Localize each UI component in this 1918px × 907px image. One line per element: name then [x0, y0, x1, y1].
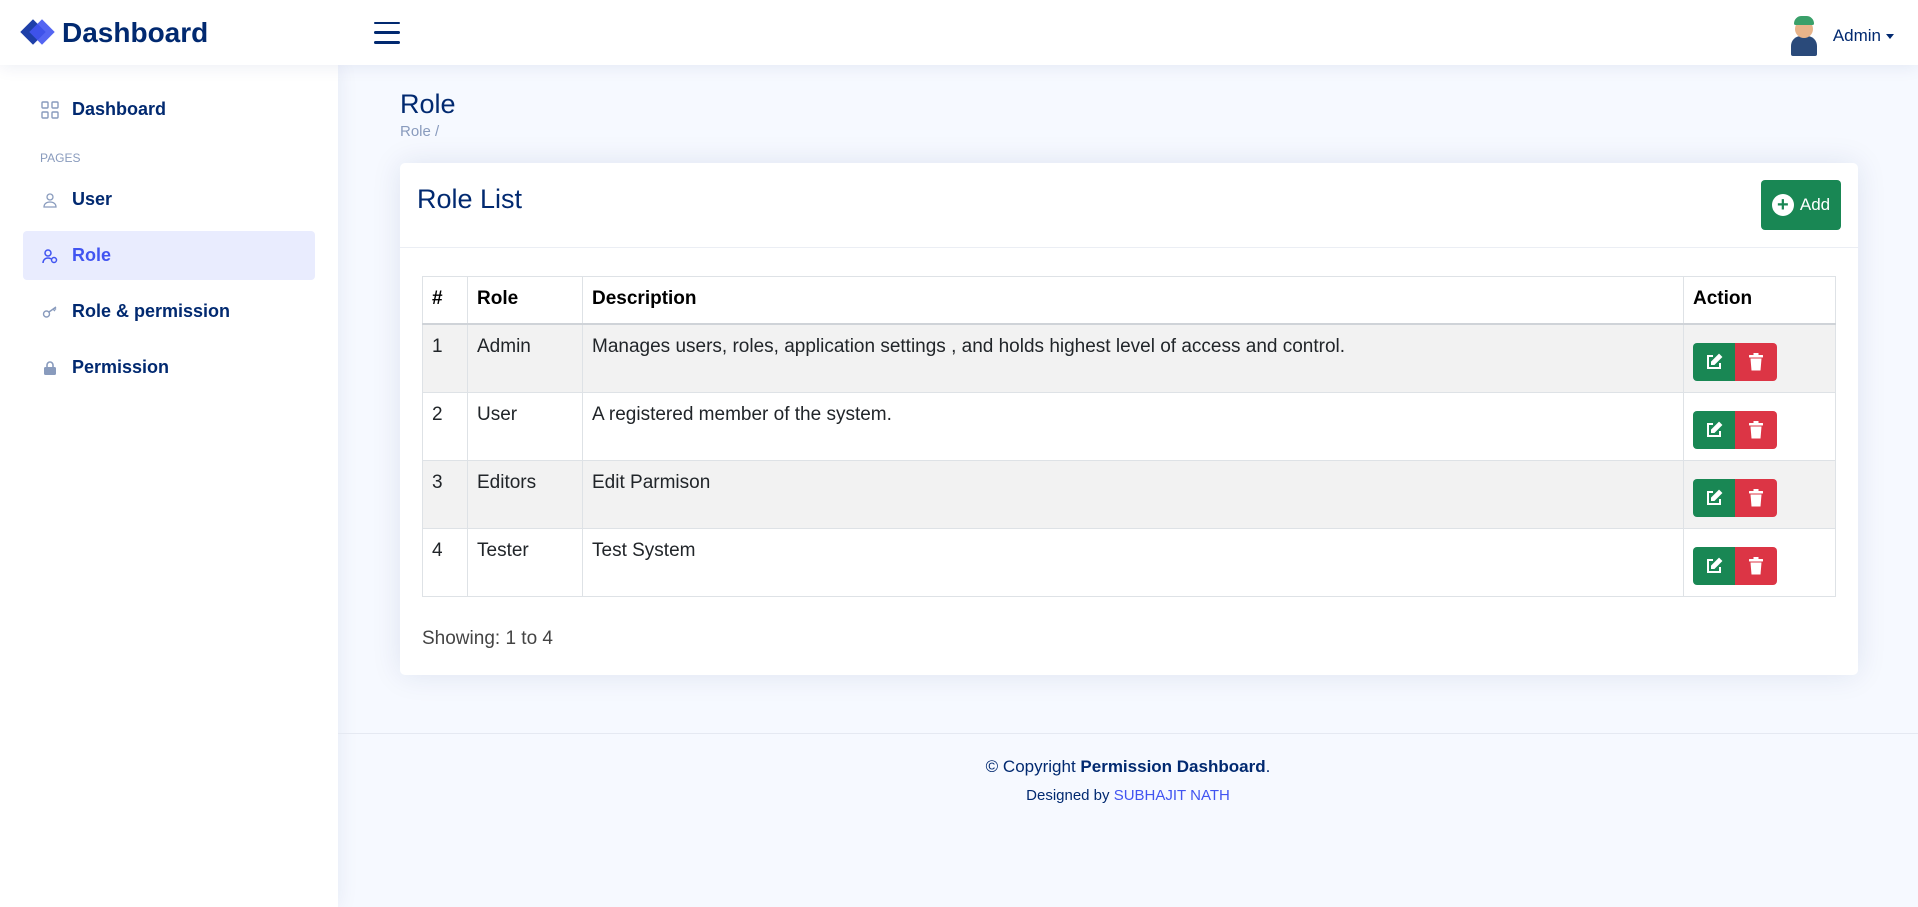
column-header-role: Role [467, 276, 583, 325]
edit-icon [1707, 421, 1723, 437]
cell-action [1683, 459, 1836, 529]
caret-down-icon [1886, 33, 1894, 39]
profile-dropdown[interactable]: Admin [1787, 16, 1894, 56]
credits: Designed by SUBHAJIT NATH [338, 787, 1918, 804]
delete-button[interactable] [1735, 410, 1777, 449]
cell-description: Edit Parmison [582, 459, 1684, 529]
edit-button[interactable] [1693, 342, 1735, 381]
sidebar-item-dashboard[interactable]: Dashboard [23, 85, 315, 134]
action-group [1693, 342, 1826, 381]
credits-prefix: Designed by [1026, 787, 1114, 804]
action-group [1693, 546, 1826, 585]
edit-icon [1707, 353, 1723, 369]
edit-icon [1707, 489, 1723, 505]
plus-circle-icon: + [1771, 194, 1794, 216]
table-row: 1 Admin Manages users, roles, applicatio… [422, 323, 1836, 393]
top-header: Dashboard Admin [0, 0, 1918, 65]
copyright-brand: Permission Dashboard [1080, 757, 1266, 776]
profile-name: Admin [1832, 26, 1881, 45]
cell-action [1683, 391, 1836, 461]
edit-button[interactable] [1693, 546, 1735, 585]
cell-num: 4 [422, 527, 468, 597]
cell-action [1683, 323, 1836, 393]
cell-description: Manages users, roles, application settin… [582, 323, 1684, 393]
hamburger-menu-icon[interactable] [374, 21, 400, 44]
nav-heading-pages: PAGES [40, 151, 81, 165]
table-row: 3 Editors Edit Parmison [422, 459, 1836, 529]
delete-button[interactable] [1735, 546, 1777, 585]
footer: © Copyright Permission Dashboard. Design… [338, 733, 1918, 804]
sidebar-item-label: Dashboard [72, 99, 167, 119]
table-header-row: # Role Description Action [422, 276, 1836, 325]
lock-icon [40, 358, 60, 378]
person-badge-icon [40, 246, 60, 266]
sidebar-item-permission[interactable]: Permission [23, 343, 315, 392]
column-header-action: Action [1683, 276, 1836, 325]
cell-num: 2 [422, 391, 468, 461]
delete-button[interactable] [1735, 342, 1777, 381]
author-link[interactable]: SUBHAJIT NATH [1114, 787, 1230, 804]
page-title: Role [400, 89, 456, 119]
logo-text: Dashboard [62, 16, 209, 48]
sidebar-item-label: Role & permission [72, 301, 231, 321]
copyright-prefix: © Copyright [985, 757, 1081, 776]
breadcrumb[interactable]: Role / [400, 123, 1918, 140]
copyright: © Copyright Permission Dashboard. [338, 757, 1918, 777]
trash-icon [1749, 420, 1763, 438]
grid-icon [40, 100, 60, 120]
delete-button[interactable] [1735, 478, 1777, 517]
trash-icon [1749, 556, 1763, 574]
role-list-card: Role List + Add # Role Description Actio… [400, 163, 1858, 675]
cell-action [1683, 527, 1836, 597]
person-icon [40, 190, 60, 210]
cell-description: Test System [582, 527, 1684, 597]
cell-description: A registered member of the system. [582, 391, 1684, 461]
table-row: 4 Tester Test System [422, 527, 1836, 597]
add-button-label: Add [1799, 195, 1831, 214]
edit-button[interactable] [1693, 410, 1735, 449]
column-header-num: # [422, 276, 468, 325]
action-group [1693, 478, 1826, 517]
table-row: 2 User A registered member of the system… [422, 391, 1836, 461]
avatar [1787, 16, 1821, 56]
sidebar-item-role[interactable]: Role [23, 231, 315, 280]
trash-icon [1749, 352, 1763, 370]
add-role-button[interactable]: + Add [1761, 180, 1841, 230]
page-title-block: Role Role / [400, 89, 1918, 140]
logo[interactable]: Dashboard [20, 16, 344, 49]
action-group [1693, 410, 1826, 449]
cell-role: Editors [467, 459, 583, 529]
logo-icon [20, 18, 55, 47]
column-header-description: Description [582, 276, 1684, 325]
sidebar: Dashboard PAGES User Role Role & permiss… [0, 65, 338, 907]
sidebar-item-label: User [72, 189, 113, 209]
cell-num: 3 [422, 459, 468, 529]
card-title: Role List [417, 184, 523, 214]
main-content: Role Role / Role List + Add # Role Descr… [338, 65, 1918, 804]
key-icon [40, 302, 60, 322]
card-header: Role List + Add [400, 163, 1858, 248]
edit-icon [1707, 557, 1723, 573]
sidebar-item-label: Permission [72, 357, 170, 377]
edit-button[interactable] [1693, 478, 1735, 517]
role-table: # Role Description Action 1 Admin Manage… [422, 276, 1836, 597]
sidebar-item-role-permission[interactable]: Role & permission [23, 287, 315, 336]
sidebar-item-label: Role [72, 245, 112, 265]
copyright-suffix: . [1265, 757, 1271, 776]
trash-icon [1749, 488, 1763, 506]
cell-role: Admin [467, 323, 583, 393]
cell-role: Tester [467, 527, 583, 597]
pagination-info: Showing: 1 to 4 [422, 628, 553, 649]
cell-num: 1 [422, 323, 468, 393]
sidebar-item-user[interactable]: User [23, 175, 315, 224]
cell-role: User [467, 391, 583, 461]
